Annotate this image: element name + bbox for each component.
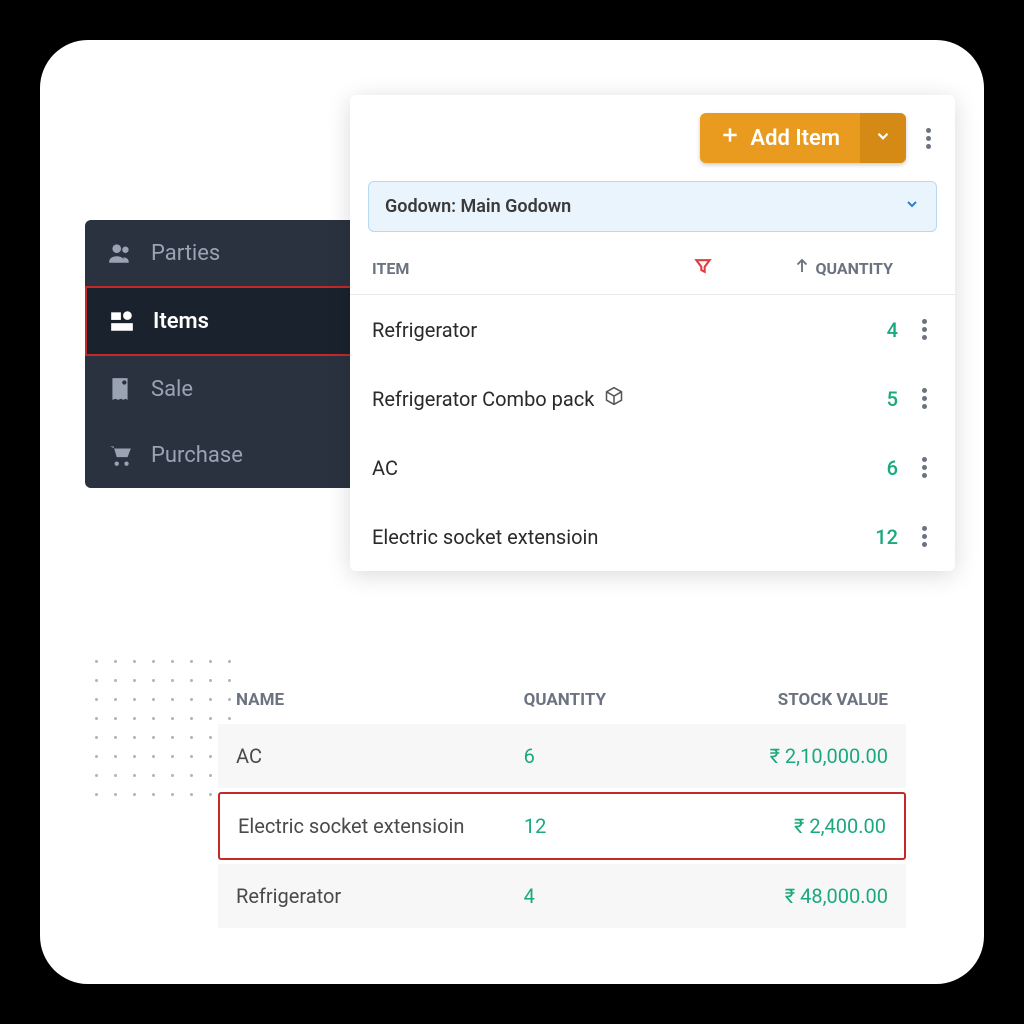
stock-value: ₹ 48,000.00 xyxy=(677,884,888,908)
column-item-label: ITEM xyxy=(372,259,409,278)
chevron-down-icon xyxy=(904,196,920,217)
godown-label: Godown: Main Godown xyxy=(385,196,571,217)
item-row[interactable]: Refrigerator Combo pack 5 xyxy=(350,364,955,433)
add-item-button[interactable]: Add Item xyxy=(700,113,906,163)
row-menu-button[interactable] xyxy=(916,520,933,553)
sidebar-item-sale[interactable]: Sale xyxy=(85,356,375,422)
item-column-headers: ITEM QUANTITY xyxy=(350,246,955,295)
stock-row[interactable]: Electric socket extensioin 12 ₹ 2,400.00 xyxy=(218,792,906,860)
sidebar-item-purchase[interactable]: Purchase xyxy=(85,422,375,488)
sort-asc-icon xyxy=(793,257,811,279)
sidebar-item-label: Purchase xyxy=(151,443,243,468)
item-row[interactable]: Electric socket extensioin 12 xyxy=(350,502,955,571)
sidebar-item-label: Parties xyxy=(151,241,220,266)
stock-row[interactable]: Refrigerator 4 ₹ 48,000.00 xyxy=(218,864,906,928)
item-name: Electric socket extensioin xyxy=(372,525,848,549)
row-menu-button[interactable] xyxy=(916,451,933,484)
column-quantity[interactable]: QUANTITY xyxy=(793,257,893,279)
panel-menu-button[interactable] xyxy=(920,122,937,155)
stock-value: ₹ 2,400.00 xyxy=(676,814,886,838)
people-icon xyxy=(107,240,133,266)
app-card: Parties Items Sale Purchase A xyxy=(40,40,984,984)
item-name: Refrigerator Combo pack xyxy=(372,386,848,411)
item-qty: 6 xyxy=(848,456,898,480)
stock-col-name: NAME xyxy=(236,690,524,710)
column-quantity-label: QUANTITY xyxy=(815,259,893,278)
item-name: Refrigerator xyxy=(372,318,848,342)
stock-headers: NAME QUANTITY STOCK VALUE xyxy=(218,680,906,724)
item-row[interactable]: AC 6 xyxy=(350,433,955,502)
item-qty: 12 xyxy=(848,525,898,549)
item-qty: 5 xyxy=(848,387,898,411)
chevron-down-icon xyxy=(874,126,892,151)
sidebar-item-parties[interactable]: Parties xyxy=(85,220,375,286)
stock-name: Electric socket extensioin xyxy=(238,814,524,838)
item-qty: 4 xyxy=(848,318,898,342)
stock-qty: 12 xyxy=(524,814,676,838)
stock-table: NAME QUANTITY STOCK VALUE AC 6 ₹ 2,10,00… xyxy=(218,680,906,932)
stock-name: Refrigerator xyxy=(236,884,524,908)
cart-icon xyxy=(107,442,133,468)
panel-header: Add Item xyxy=(350,113,955,181)
stock-col-qty: QUANTITY xyxy=(524,690,677,710)
add-item-button-main[interactable]: Add Item xyxy=(700,113,860,163)
stock-qty: 4 xyxy=(524,884,677,908)
sidebar-item-label: Sale xyxy=(151,377,193,402)
stock-value: ₹ 2,10,000.00 xyxy=(677,744,888,768)
package-icon xyxy=(604,386,624,411)
godown-selector[interactable]: Godown: Main Godown xyxy=(368,181,937,232)
stock-row[interactable]: AC 6 ₹ 2,10,000.00 xyxy=(218,724,906,788)
stock-col-value: STOCK VALUE xyxy=(677,690,888,710)
sidebar-item-items[interactable]: Items xyxy=(85,286,375,356)
sidebar: Parties Items Sale Purchase xyxy=(85,220,375,488)
item-row[interactable]: Refrigerator 4 xyxy=(350,295,955,364)
filter-icon[interactable] xyxy=(693,256,713,280)
receipt-icon xyxy=(107,376,133,402)
stock-qty: 6 xyxy=(524,744,677,768)
items-panel: Add Item Godown: Main Godown ITEM QUANTI… xyxy=(350,95,955,571)
item-name: AC xyxy=(372,456,848,480)
column-item[interactable]: ITEM xyxy=(372,259,693,278)
stock-name: AC xyxy=(236,744,524,768)
items-icon xyxy=(109,308,135,334)
row-menu-button[interactable] xyxy=(916,382,933,415)
row-menu-button[interactable] xyxy=(916,313,933,346)
add-item-dropdown[interactable] xyxy=(860,113,906,163)
sidebar-item-label: Items xyxy=(153,309,209,334)
decorative-dots xyxy=(95,660,234,799)
plus-icon xyxy=(720,125,740,151)
add-item-label: Add Item xyxy=(750,126,840,151)
